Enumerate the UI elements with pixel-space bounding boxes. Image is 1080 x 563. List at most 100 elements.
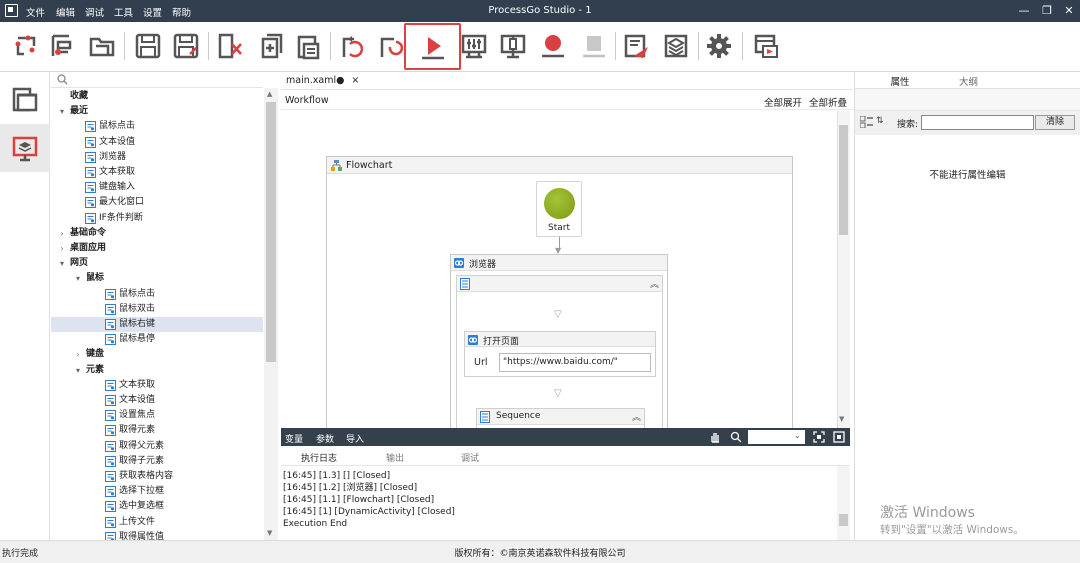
tab-imports[interactable]: 导入 — [346, 432, 364, 445]
log-scrollbar[interactable] — [837, 466, 850, 540]
tree-item[interactable]: 鼠标右键 — [51, 317, 263, 332]
menu-help[interactable]: 帮助 — [172, 5, 191, 19]
tree-item[interactable]: 文本设值 — [51, 135, 263, 150]
scroll-down-icon[interactable]: ▼ — [839, 415, 844, 423]
tree-item[interactable]: 键盘输入 — [51, 180, 263, 195]
tree-search-box[interactable] — [51, 72, 263, 88]
browser-body-sequence[interactable]: ︽ ▽ 打开页面 Url "https://www.baidu.com/" ▽ — [456, 275, 663, 428]
zoom-select[interactable]: ⌄ — [748, 430, 805, 444]
tree-item[interactable]: 上传文件 — [51, 515, 263, 530]
tree-item[interactable]: › 键盘 — [51, 347, 263, 362]
tree-item[interactable]: 鼠标点击 — [51, 119, 263, 134]
sort-alpha-icon[interactable]: ⇅ — [876, 116, 884, 126]
tree-scrollbar-thumb[interactable] — [266, 102, 276, 362]
open-button[interactable] — [86, 30, 118, 62]
url-input[interactable]: "https://www.baidu.com/" — [499, 353, 651, 372]
tree-item[interactable]: 获取表格内容 — [51, 469, 263, 484]
tree-item[interactable]: 文本设值 — [51, 393, 263, 408]
clear-button[interactable]: 清除 — [1035, 115, 1075, 130]
tab-close-icon[interactable]: × — [351, 75, 359, 86]
run-button[interactable] — [417, 30, 449, 62]
menu-file[interactable]: 文件 — [26, 5, 45, 19]
settings-button[interactable] — [703, 30, 735, 62]
breadcrumb[interactable]: Workflow — [285, 95, 329, 106]
publish-button[interactable] — [620, 30, 652, 62]
chevron-right-icon[interactable]: › — [57, 241, 67, 256]
properties-search-input[interactable] — [921, 115, 1034, 130]
canvas-scrollbar-thumb[interactable] — [839, 125, 848, 235]
chevron-right-icon[interactable]: › — [73, 347, 83, 362]
tree-item[interactable]: ▾ 元素 — [51, 363, 263, 378]
export-button[interactable] — [750, 30, 782, 62]
fit-to-screen-icon[interactable] — [813, 431, 825, 443]
browser-activity[interactable]: 浏览器 ︽ ▽ 打开页面 Url "https://www.baidu.com/… — [450, 254, 668, 428]
categorized-icon[interactable] — [860, 116, 873, 128]
tree-item[interactable]: IF条件判断 — [51, 211, 263, 226]
stop-button[interactable] — [578, 30, 610, 62]
tab-variables[interactable]: 变量 — [285, 432, 303, 445]
open-page-activity[interactable]: 打开页面 Url "https://www.baidu.com/" — [464, 331, 656, 377]
zoom-icon[interactable] — [730, 431, 742, 443]
chevron-down-icon[interactable]: ▾ — [73, 271, 83, 286]
maximize-button[interactable]: ❐ — [1036, 3, 1058, 19]
record-button[interactable] — [537, 30, 569, 62]
tree-item[interactable]: 取得父元素 — [51, 439, 263, 454]
tree-item[interactable]: › 桌面应用 — [51, 241, 263, 256]
tree-item[interactable]: 设置焦点 — [51, 408, 263, 423]
tree-item[interactable]: 取得元素 — [51, 423, 263, 438]
chevron-right-icon[interactable]: › — [57, 226, 67, 241]
projects-panel-button[interactable] — [0, 124, 50, 172]
tree-item[interactable]: 选择下拉框 — [51, 484, 263, 499]
tree-item[interactable]: 最大化窗口 — [51, 195, 263, 210]
tree-item[interactable]: 文本获取 — [51, 165, 263, 180]
layers-button[interactable] — [660, 30, 692, 62]
designer-canvas[interactable]: Flowchart Start ▼ 浏览器 ︽ ▽ 打开页面 Url "http… — [281, 111, 837, 428]
new-project-button[interactable] — [46, 30, 78, 62]
tree-item[interactable]: 鼠标悬停 — [51, 332, 263, 347]
collapse-all-link[interactable]: 全部折叠 — [809, 95, 847, 109]
tree-item[interactable]: 取得子元素 — [51, 454, 263, 469]
tree-item[interactable]: 收藏 — [51, 89, 263, 104]
tree-item[interactable]: ▾ 鼠标 — [51, 271, 263, 286]
tree-item[interactable]: 选中复选框 — [51, 499, 263, 514]
flowchart-container[interactable]: Flowchart Start ▼ 浏览器 ︽ ▽ 打开页面 Url "http… — [326, 156, 793, 428]
step-button[interactable] — [497, 30, 529, 62]
chevron-down-icon[interactable]: ▾ — [57, 104, 67, 119]
copy-button[interactable] — [254, 30, 286, 62]
tree-item[interactable]: 鼠标点击 — [51, 287, 263, 302]
save-button[interactable] — [132, 30, 164, 62]
start-node[interactable]: Start — [536, 181, 582, 237]
tree-item[interactable]: 鼠标双击 — [51, 302, 263, 317]
tree-item[interactable]: ▾ 最近 — [51, 104, 263, 119]
close-button[interactable]: ✕ — [1058, 3, 1080, 19]
menu-tools[interactable]: 工具 — [114, 5, 133, 19]
chevron-down-icon[interactable]: ▾ — [57, 256, 67, 271]
tab-debug[interactable]: 调试 — [461, 451, 479, 464]
scroll-up-icon[interactable]: ▲ — [267, 90, 272, 98]
collapse-icon[interactable]: ︽ — [650, 277, 659, 290]
sequence-activity[interactable]: Sequence ︽ — [476, 408, 645, 428]
save-as-button[interactable] — [170, 30, 202, 62]
tree-item[interactable]: 浏览器 — [51, 150, 263, 165]
collapse-icon[interactable]: ︽ — [632, 410, 641, 423]
pan-hand-icon[interactable] — [709, 431, 721, 443]
undo-button[interactable] — [336, 30, 368, 62]
tree-item[interactable]: 文本获取 — [51, 378, 263, 393]
new-flow-button[interactable] — [10, 30, 42, 62]
redo-button[interactable] — [374, 30, 406, 62]
tree-item[interactable]: ▾ 网页 — [51, 256, 263, 271]
chevron-down-icon[interactable]: ▾ — [73, 363, 83, 378]
overview-icon[interactable] — [833, 431, 845, 443]
paste-button[interactable] — [292, 30, 324, 62]
minimize-button[interactable]: — — [1013, 3, 1035, 19]
tab-main-xaml[interactable]: main.xaml● × — [283, 74, 362, 90]
cut-button[interactable] — [214, 30, 246, 62]
scroll-down-icon[interactable]: ▼ — [267, 529, 272, 537]
menu-settings[interactable]: 设置 — [143, 5, 162, 19]
tree-item[interactable]: › 基础命令 — [51, 226, 263, 241]
debug-settings-button[interactable] — [458, 30, 490, 62]
log-scrollbar-thumb[interactable] — [839, 514, 848, 526]
expand-all-link[interactable]: 全部展开 — [764, 95, 802, 109]
activities-panel-button[interactable] — [0, 76, 50, 124]
tab-arguments[interactable]: 参数 — [316, 432, 334, 445]
